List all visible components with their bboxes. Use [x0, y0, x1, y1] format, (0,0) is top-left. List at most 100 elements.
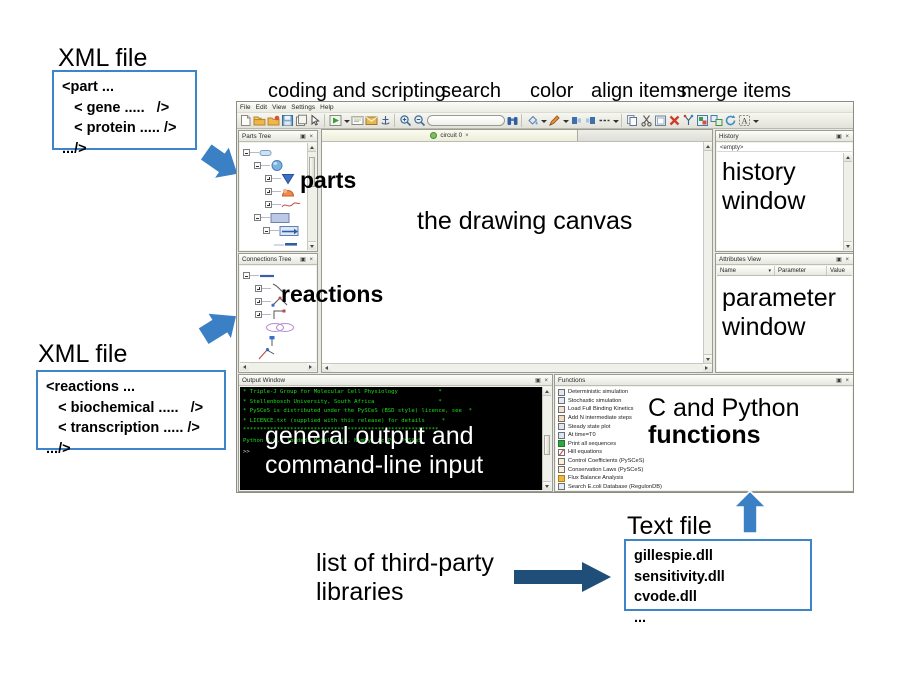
cursor-select-icon[interactable]	[309, 114, 322, 127]
tree-expander-icon[interactable]	[265, 201, 272, 208]
list-item-label[interactable]: Hill equations	[568, 449, 602, 455]
tree-expander-icon[interactable]	[254, 214, 261, 221]
line-style-icon[interactable]	[598, 114, 611, 127]
list-item-label[interactable]: Flux Balance Analysis	[568, 475, 623, 481]
tree-expander-icon[interactable]	[254, 162, 261, 169]
list-item-label[interactable]: Load Full Binding Kinetics	[568, 406, 633, 412]
line-style-dropdown-caret-icon[interactable]	[612, 114, 619, 127]
drawing-canvas-area[interactable]: circuit 0 ×	[321, 129, 713, 373]
connections-tree-hscroll[interactable]	[240, 362, 316, 371]
parts-tree-body[interactable]	[240, 143, 316, 250]
tree-expander-icon[interactable]	[243, 272, 250, 279]
run-dropdown-caret-icon[interactable]	[343, 114, 350, 127]
scroll-left-arrow-icon[interactable]	[240, 363, 249, 371]
cut-icon[interactable]	[640, 114, 653, 127]
tree-expander-icon[interactable]	[255, 285, 262, 292]
parts-tree-panel-buttons[interactable]: ▣ ×	[300, 133, 315, 140]
console-scrollbar[interactable]	[542, 387, 551, 490]
open-folder-red-icon[interactable]	[267, 114, 280, 127]
script-editor-icon[interactable]	[351, 114, 364, 127]
paste-icon[interactable]	[654, 114, 667, 127]
canvas-vscroll[interactable]	[703, 142, 712, 363]
list-item-label[interactable]: At time=T0	[568, 432, 596, 438]
open-folder-icon[interactable]	[253, 114, 266, 127]
scroll-down-arrow-icon[interactable]	[308, 241, 316, 250]
menu-edit[interactable]: Edit	[256, 104, 267, 111]
new-file-icon[interactable]	[239, 114, 252, 127]
menu-settings[interactable]: Settings	[291, 104, 315, 111]
functions-panel-buttons[interactable]: ▣ ×	[836, 377, 851, 384]
ungroup-icon[interactable]	[710, 114, 723, 127]
attributes-table-header[interactable]: Name ▾ Parameter Value	[717, 266, 852, 276]
scroll-down-arrow-icon[interactable]	[543, 481, 551, 490]
parts-tree-title-bar[interactable]: Parts Tree ▣ ×	[239, 131, 317, 142]
menu-file[interactable]: File	[240, 104, 251, 111]
text-tool-dropdown-caret-icon[interactable]	[752, 114, 759, 127]
history-scrollbar[interactable]	[843, 153, 852, 250]
list-item-label[interactable]: Deterministic simulation	[568, 389, 628, 395]
list-item-label[interactable]: Search E.coli Database (RegulonDB)	[568, 484, 662, 490]
menu-help[interactable]: Help	[320, 104, 334, 111]
list-item-label[interactable]: Conservation Laws (PySCeS)	[568, 467, 643, 473]
scroll-down-arrow-icon[interactable]	[704, 354, 712, 363]
tree-expander-icon[interactable]	[265, 188, 272, 195]
merge-icon[interactable]	[682, 114, 695, 127]
group-icon[interactable]	[696, 114, 709, 127]
output-window-panel-buttons[interactable]: ▣ ×	[535, 377, 550, 384]
scroll-up-arrow-icon[interactable]	[844, 153, 852, 162]
scroll-up-arrow-icon[interactable]	[308, 143, 316, 152]
functions-title-bar[interactable]: Functions ▣ ×	[555, 375, 853, 386]
scroll-right-arrow-icon[interactable]	[703, 364, 712, 372]
canvas-surface[interactable]	[322, 142, 712, 372]
scroll-left-arrow-icon[interactable]	[322, 364, 331, 372]
sort-caret-icon[interactable]: ▾	[768, 268, 771, 274]
list-item-label[interactable]: Control Coefficients (PySCeS)	[568, 458, 644, 464]
zoom-in-icon[interactable]	[399, 114, 412, 127]
canvas-hscroll[interactable]	[322, 363, 712, 372]
attr-column-value[interactable]: Value	[827, 266, 852, 275]
connections-tree-title-bar[interactable]: Connections Tree ▣ ×	[239, 254, 317, 265]
history-title-bar[interactable]: History ▣ ×	[716, 131, 853, 142]
scroll-up-arrow-icon[interactable]	[543, 387, 551, 396]
scroll-up-arrow-icon[interactable]	[704, 142, 712, 151]
tree-expander-icon[interactable]	[255, 298, 262, 305]
text-tool-icon[interactable]: A	[738, 114, 751, 127]
canvas-tab-strip[interactable]: circuit 0 ×	[322, 130, 712, 142]
tree-expander-icon[interactable]	[255, 311, 262, 318]
attr-column-name[interactable]: Name ▾	[717, 266, 775, 275]
pen-color-icon[interactable]	[548, 114, 561, 127]
fill-color-dropdown-caret-icon[interactable]	[540, 114, 547, 127]
fill-color-icon[interactable]	[526, 114, 539, 127]
tool-bar[interactable]: A	[237, 113, 853, 129]
list-item-label[interactable]: Stochastic simulation	[568, 398, 621, 404]
find-binoculars-icon[interactable]	[506, 114, 519, 127]
list-item-label[interactable]: Print all sequences	[568, 441, 616, 447]
save-as-icon[interactable]	[295, 114, 308, 127]
mail-icon[interactable]	[365, 114, 378, 127]
scroll-right-arrow-icon[interactable]	[307, 363, 316, 371]
save-icon[interactable]	[281, 114, 294, 127]
list-item-label[interactable]: Add N intermediate steps	[568, 415, 632, 421]
delete-x-icon[interactable]	[668, 114, 681, 127]
connections-tree-panel-buttons[interactable]: ▣ ×	[300, 256, 315, 263]
canvas-tab-circuit-0[interactable]: circuit 0 ×	[322, 130, 578, 141]
tab-close-icon[interactable]: ×	[465, 133, 469, 139]
attr-column-parameter[interactable]: Parameter	[775, 266, 827, 275]
menu-bar[interactable]: File Edit View Settings Help	[237, 102, 853, 113]
search-input[interactable]	[427, 115, 505, 126]
attributes-view-panel-buttons[interactable]: ▣ ×	[836, 256, 851, 263]
run-green-play-icon[interactable]	[329, 114, 342, 127]
tree-expander-icon[interactable]	[265, 175, 272, 182]
scroll-down-arrow-icon[interactable]	[844, 241, 852, 250]
align-right-icon[interactable]	[584, 114, 597, 127]
scroll-thumb[interactable]	[544, 435, 550, 455]
tree-expander-icon[interactable]	[263, 227, 270, 234]
align-left-icon[interactable]	[570, 114, 583, 127]
menu-view[interactable]: View	[272, 104, 286, 111]
refresh-icon[interactable]	[724, 114, 737, 127]
copy-icon[interactable]	[626, 114, 639, 127]
pen-color-dropdown-caret-icon[interactable]	[562, 114, 569, 127]
parts-tree-items[interactable]	[240, 143, 316, 250]
attributes-view-title-bar[interactable]: Attributes View ▣ ×	[716, 254, 853, 265]
output-window-title-bar[interactable]: Output Window ▣ ×	[239, 375, 552, 386]
